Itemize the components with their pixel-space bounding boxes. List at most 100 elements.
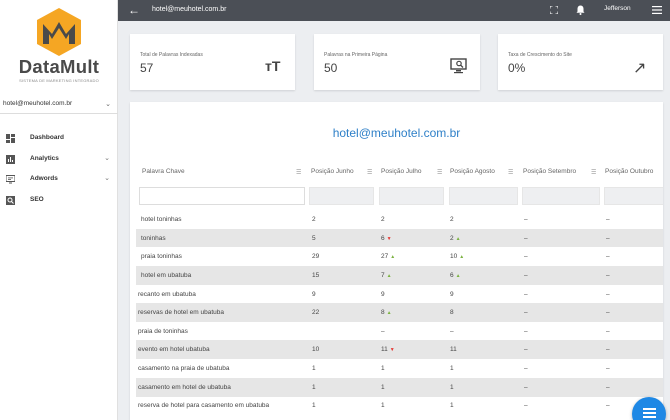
- chevron-down-icon: ⌄: [104, 175, 110, 182]
- position-value: 9: [381, 291, 385, 298]
- stat-card-indexed-keywords: Total de Palavras Indexadas 57 ᴛT: [130, 34, 295, 90]
- position-cell: –: [524, 272, 528, 279]
- table-row[interactable]: hotel toninhas 2 2 2 – –: [136, 210, 663, 229]
- column-header-july[interactable]: Posição Julho ☰: [381, 168, 445, 182]
- position-value: 8: [381, 309, 385, 316]
- position-value: –: [524, 365, 528, 372]
- position-cell: 1: [381, 365, 385, 372]
- filter-icon[interactable]: ☰: [296, 169, 301, 176]
- datamult-logo[interactable]: DataMult SISTEMA DE MARKETING INTEGRADO: [0, 0, 118, 86]
- table-row[interactable]: reserva de hotel para casamento em ubatu…: [136, 396, 663, 415]
- table-row[interactable]: casamento em hotel de ubatuba 1 1 1 – –: [136, 378, 663, 397]
- keyword-cell: toninhas: [141, 234, 166, 242]
- keyword-cell: hotel em ubatuba: [141, 272, 192, 279]
- search-icon: [6, 195, 15, 205]
- table-row[interactable]: casamento na praia de ubatuba 1 1 1 – –: [136, 359, 663, 378]
- filter-icon[interactable]: ☰: [437, 169, 442, 176]
- filter-icon[interactable]: ☰: [367, 169, 372, 176]
- sidebar-item-dashboard[interactable]: Dashboard: [0, 128, 118, 149]
- position-value: –: [524, 309, 528, 316]
- keyword-cell: praia de toninhas: [138, 328, 188, 335]
- position-cell: –: [606, 365, 610, 372]
- brand-tagline: SISTEMA DE MARKETING INTEGRADO: [19, 78, 99, 83]
- table-row[interactable]: praia de toninhas – – – –: [136, 322, 663, 341]
- sidebar-item-label: SEO: [30, 195, 44, 203]
- position-cell: 1: [312, 402, 316, 409]
- table-row[interactable]: evento em hotel ubatuba 10 11 ▼ 11– –: [136, 340, 663, 359]
- bell-icon[interactable]: [576, 5, 585, 15]
- hamburger-menu-icon[interactable]: [652, 6, 662, 14]
- position-value: 2: [312, 216, 316, 223]
- position-cell: –: [524, 253, 528, 260]
- september-filter-input[interactable]: [522, 187, 600, 205]
- position-value: –: [606, 402, 610, 409]
- position-cell: –: [524, 235, 528, 242]
- position-cell: –: [524, 402, 528, 409]
- position-cell: 10: [312, 346, 319, 353]
- user-name[interactable]: Jefferson: [604, 5, 631, 12]
- august-filter-input[interactable]: [449, 187, 518, 205]
- position-value: –: [381, 328, 385, 335]
- column-header-september[interactable]: Posição Setembro ☰: [523, 168, 599, 182]
- account-selector[interactable]: hotel@meuhotel.com.br ⌄: [0, 96, 118, 114]
- position-cell: –: [606, 309, 610, 316]
- back-arrow-icon[interactable]: ←: [128, 3, 140, 17]
- position-cell: –: [524, 309, 528, 316]
- filter-icon[interactable]: ☰: [508, 169, 513, 176]
- position-value: 2: [450, 216, 454, 223]
- position-value: 6: [381, 234, 385, 242]
- datamult-logo-icon: [37, 8, 81, 56]
- sidebar-item-adwords[interactable]: Adwords ⌄: [0, 169, 118, 190]
- position-cell: –: [606, 402, 610, 409]
- july-filter-input[interactable]: [379, 187, 444, 205]
- position-cell: 1: [312, 384, 316, 391]
- position-value: –: [606, 346, 610, 353]
- position-cell: 2: [450, 216, 454, 223]
- position-value: 5: [312, 234, 316, 242]
- sidebar-item-seo[interactable]: SEO: [0, 190, 118, 211]
- table-row[interactable]: toninhas 5 6 ▼ 2 ▲ – –: [136, 228, 663, 247]
- position-cell: –: [606, 216, 610, 223]
- position-value: 1: [381, 384, 385, 391]
- column-header-august[interactable]: Posição Agosto ☰: [450, 168, 518, 182]
- position-value: –: [524, 234, 528, 242]
- table-row[interactable]: recanto em ubatuba 9 9 9 – –: [136, 285, 663, 304]
- position-cell: –: [524, 365, 528, 372]
- keyword-cell: evento em hotel ubatuba: [138, 346, 210, 353]
- column-header-october[interactable]: Posição Outubro: [605, 168, 663, 182]
- position-value: –: [606, 291, 610, 298]
- position-cell: 6 ▲: [450, 272, 461, 279]
- fullscreen-icon[interactable]: [550, 6, 558, 14]
- chevron-down-icon: ⌄: [105, 101, 111, 108]
- arrow-up-right-icon: ↗: [633, 60, 647, 77]
- position-value: 27: [381, 253, 389, 260]
- keyword-filter-input[interactable]: [139, 187, 305, 205]
- account-email: hotel@meuhotel.com.br: [3, 100, 73, 107]
- text-size-icon: ᴛT: [265, 58, 281, 74]
- june-filter-input[interactable]: [309, 187, 374, 205]
- position-cell: 1: [312, 365, 316, 372]
- position-cell: 2: [381, 216, 385, 223]
- position-value: –: [524, 216, 528, 223]
- stat-label: Total de Palavras Indexadas: [140, 52, 203, 58]
- keyword-cell: praia toninhas: [141, 253, 182, 260]
- sidebar-item-analytics[interactable]: Analytics ⌄: [0, 149, 118, 170]
- filter-icon[interactable]: ☰: [591, 169, 596, 176]
- position-value: 22: [312, 309, 320, 316]
- table-row[interactable]: hotel em ubatuba 15 7 ▲ 6 ▲ – –: [136, 266, 663, 285]
- position-value: 1: [450, 384, 454, 391]
- position-cell: –: [606, 272, 610, 279]
- column-header-keyword[interactable]: Palavra Chave ☰: [142, 168, 304, 182]
- position-value: –: [524, 384, 528, 391]
- stat-card-first-page-keywords: Palavras na Primeira Página 50: [314, 34, 480, 90]
- column-header-june[interactable]: Posição Junho ☰: [311, 168, 375, 182]
- keyword-cell: casamento em hotel de ubatuba: [138, 384, 231, 391]
- position-value: –: [606, 234, 610, 242]
- table-row[interactable]: reservas de hotel em ubatuba 22 8 ▲ 8– –: [136, 303, 663, 322]
- position-cell: 2 ▲: [450, 235, 461, 242]
- position-cell: 1: [450, 384, 454, 391]
- position-value: 2: [381, 216, 385, 223]
- position-cell: –: [381, 328, 385, 335]
- october-filter-input[interactable]: [604, 187, 663, 205]
- table-row[interactable]: praia toninhas 29 27 ▲ 10 ▲ – –: [136, 247, 663, 266]
